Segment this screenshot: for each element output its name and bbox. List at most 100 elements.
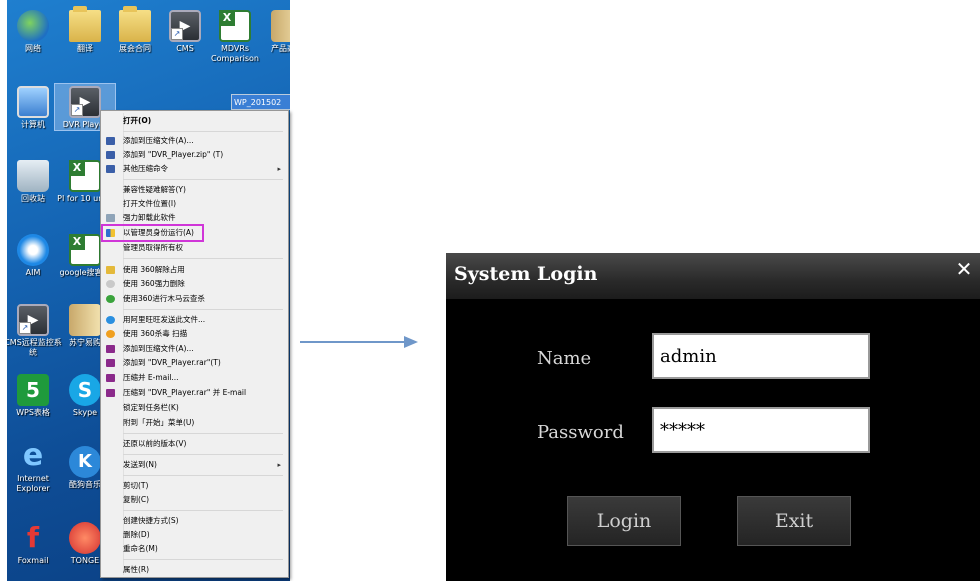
archive-icon (106, 137, 115, 145)
desktop-icon-label: 产品高片 (271, 44, 290, 53)
book-icon (271, 10, 290, 42)
menu-item-360-trojan-scan[interactable]: 使用360进行木马云查杀 (103, 292, 286, 306)
menu-item-take-ownership[interactable]: 管理员取得所有权 (103, 241, 286, 255)
menu-item-label: 用阿里旺旺发送此文件... (123, 315, 206, 324)
book-icon (69, 304, 101, 336)
winrar-icon (106, 359, 115, 367)
menu-item-label: 打开(O) (123, 116, 152, 125)
menu-item-label: 其他压缩命令 (123, 164, 168, 173)
menu-item-properties[interactable]: 属性(R) (103, 563, 286, 577)
wps-icon: 5 (17, 374, 49, 406)
foxmail-icon: f (26, 521, 40, 554)
desktop-icon-mdvrs-comparison[interactable]: MDVRs Comparison (205, 10, 265, 64)
menu-item-cut[interactable]: 剪切(T) (103, 479, 286, 493)
menu-item-restore-previous[interactable]: 还原以前的版本(V) (103, 437, 286, 451)
menu-separator (123, 433, 283, 434)
menu-item-label: 使用 360杀毒 扫描 (123, 329, 188, 338)
menu-item-360-antivirus-scan[interactable]: 使用 360杀毒 扫描 (103, 327, 286, 341)
menu-item-add-to-rar[interactable]: 添加到 "DVR_Player.rar"(T) (103, 356, 286, 370)
computer-icon (17, 86, 49, 118)
password-label: Password (537, 422, 624, 443)
menu-separator (123, 475, 283, 476)
dvr-icon: ↗ (69, 86, 101, 118)
submenu-arrow-icon: ▸ (277, 461, 281, 469)
menu-item-label: 重命名(M) (123, 544, 158, 553)
aliwangwang-icon (106, 316, 115, 324)
winrar-icon (106, 389, 115, 397)
menu-item-360-unlock[interactable]: 使用 360解除占用 (103, 263, 286, 277)
menu-item-send-to[interactable]: 发送到(N) ▸ (103, 458, 286, 472)
password-field[interactable] (652, 407, 870, 453)
360-icon (106, 295, 115, 303)
desktop-icon-product-pictures[interactable]: 产品高片 (257, 10, 290, 54)
name-field[interactable] (652, 333, 870, 379)
menu-item-rename[interactable]: 重命名(M) (103, 542, 286, 556)
menu-item-open[interactable]: 打开(O) (103, 114, 286, 128)
menu-separator (123, 510, 283, 511)
aim-icon (17, 234, 49, 266)
skype-icon: S (69, 374, 101, 406)
menu-item-aliwangwang-send[interactable]: 用阿里旺旺发送此文件... (103, 313, 286, 327)
system-login-dialog: System Login ✕ Name Password Login Exit (446, 253, 980, 581)
menu-item-add-to-rar-archive[interactable]: 添加到压缩文件(A)... (103, 342, 286, 356)
menu-item-label: 创建快捷方式(S) (123, 516, 179, 525)
dvr-icon: ↗ (17, 304, 49, 336)
menu-item-label: 发送到(N) (123, 460, 157, 469)
menu-item-compatibility[interactable]: 兼容性疑难解答(Y) (103, 183, 286, 197)
menu-item-label: 添加到 "DVR_Player.rar"(T) (123, 358, 221, 367)
menu-item-label: 附到「开始」菜单(U) (123, 418, 195, 427)
exit-button[interactable]: Exit (737, 496, 851, 546)
folder-icon (119, 6, 151, 42)
shortcut-arrow-icon: ↗ (19, 322, 31, 334)
menu-separator (123, 454, 283, 455)
network-icon (17, 10, 49, 42)
menu-item-label: 压缩到 "DVR_Player.rar" 并 E-mail (123, 388, 247, 397)
excel-icon (69, 234, 101, 266)
menu-item-copy[interactable]: 复制(C) (103, 493, 286, 507)
menu-item-pin-to-start[interactable]: 附到「开始」菜单(U) (103, 416, 286, 430)
selected-file-tile[interactable]: WP_201502 (231, 94, 290, 110)
menu-item-label: 还原以前的版本(V) (123, 439, 187, 448)
uninstall-icon (106, 214, 115, 222)
menu-item-label: 强力卸载此软件 (123, 213, 176, 222)
menu-item-label: 复制(C) (123, 495, 150, 504)
shredder-icon (106, 280, 115, 288)
shortcut-arrow-icon: ↗ (71, 104, 83, 116)
360-antivirus-icon (106, 330, 115, 338)
desktop-icon-label: MDVRs Comparison (211, 44, 259, 63)
excel-icon (219, 10, 251, 42)
menu-item-label: 兼容性疑难解答(Y) (123, 185, 186, 194)
menu-item-add-to-archive[interactable]: 添加到压缩文件(A)... (103, 134, 286, 148)
menu-item-360-force-delete[interactable]: 使用 360强力删除 (103, 277, 286, 291)
login-button[interactable]: Login (567, 496, 681, 546)
menu-item-label: 添加到压缩文件(A)... (123, 136, 194, 145)
context-menu: 打开(O) 添加到压缩文件(A)... 添加到 "DVR_Player.zip"… (100, 110, 289, 578)
menu-separator (123, 559, 283, 560)
menu-item-label: 删除(D) (123, 530, 150, 539)
close-icon[interactable]: ✕ (954, 257, 974, 281)
menu-item-add-to-zip[interactable]: 添加到 "DVR_Player.zip" (T) (103, 148, 286, 162)
menu-item-create-shortcut[interactable]: 创建快捷方式(S) (103, 514, 286, 528)
winrar-icon (106, 345, 115, 353)
menu-item-open-file-location[interactable]: 打开文件位置(I) (103, 197, 286, 211)
menu-item-label: 添加到压缩文件(A)... (123, 344, 194, 353)
flow-arrow-icon (300, 336, 418, 348)
archive-icon (106, 165, 115, 173)
menu-item-other-compress[interactable]: 其他压缩命令 ▸ (103, 162, 286, 176)
kugou-icon: K (69, 446, 101, 478)
menu-item-delete[interactable]: 删除(D) (103, 528, 286, 542)
menu-item-label: 压缩并 E-mail... (123, 373, 179, 382)
tonge-icon (69, 522, 101, 554)
menu-item-pin-to-taskbar[interactable]: 锁定到任务栏(K) (103, 401, 286, 415)
menu-item-force-uninstall[interactable]: 强力卸载此软件 (103, 211, 286, 225)
menu-item-compress-email[interactable]: 压缩并 E-mail... (103, 371, 286, 385)
menu-item-label: 使用 360强力删除 (123, 279, 185, 288)
menu-item-label: 锁定到任务栏(K) (123, 403, 179, 412)
recycle-bin-icon (17, 160, 49, 192)
archive-icon (106, 151, 115, 159)
menu-separator (123, 309, 283, 310)
name-label: Name (537, 348, 592, 369)
menu-item-compress-to-rar-email[interactable]: 压缩到 "DVR_Player.rar" 并 E-mail (103, 386, 286, 400)
folder-icon (106, 266, 115, 274)
menu-item-label: 管理员取得所有权 (123, 243, 183, 252)
